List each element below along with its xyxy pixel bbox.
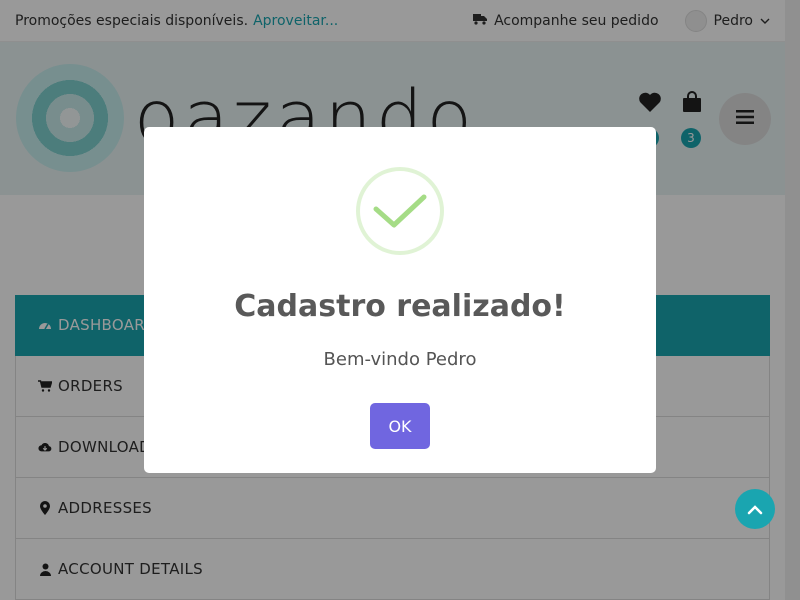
chevron-up-icon — [747, 500, 763, 519]
dialog-message: Bem-vindo Pedro — [323, 349, 477, 370]
ok-button[interactable]: OK — [370, 403, 430, 449]
dialog-title: Cadastro realizado! — [234, 289, 566, 324]
back-to-top-button[interactable] — [735, 489, 775, 529]
success-dialog: Cadastro realizado! Bem-vindo Pedro OK — [144, 127, 656, 473]
checkmark-icon — [356, 167, 444, 255]
